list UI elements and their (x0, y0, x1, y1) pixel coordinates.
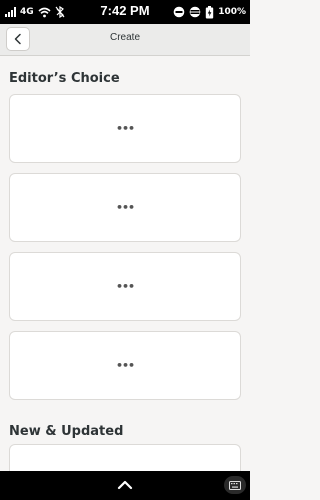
app-card[interactable]: ••• (9, 331, 241, 400)
chevron-up-icon[interactable] (116, 478, 134, 492)
section-title-new-updated: New & Updated (9, 424, 124, 439)
keyboard-toggle-button[interactable] (224, 476, 246, 494)
bottom-bar (0, 471, 250, 500)
keyboard-icon (229, 480, 241, 490)
status-right: 100% (173, 5, 246, 19)
app-card[interactable]: ••• (9, 173, 241, 242)
loading-dots: ••• (115, 201, 135, 214)
app-card[interactable]: ••• (9, 94, 241, 163)
app-card[interactable]: ••• (9, 444, 241, 471)
status-bar: 4G 7:42 PM 100% (0, 0, 250, 24)
loading-dots: ••• (115, 122, 135, 135)
loading-dots: ••• (115, 359, 135, 372)
battery-percent: 100% (218, 7, 246, 17)
volume-muted-icon (173, 6, 185, 18)
page-title: Create (109, 32, 140, 43)
app-card[interactable]: ••• (9, 252, 241, 321)
loading-dots: ••• (115, 280, 135, 293)
section-title-editors-choice: Editor’s Choice (9, 71, 120, 86)
battery-icon (205, 5, 214, 18)
brightness-icon (189, 6, 201, 18)
main-content[interactable]: Editor’s Choice ••• ••• ••• ••• New & Up… (0, 57, 250, 471)
header-bar: Create (0, 24, 250, 56)
